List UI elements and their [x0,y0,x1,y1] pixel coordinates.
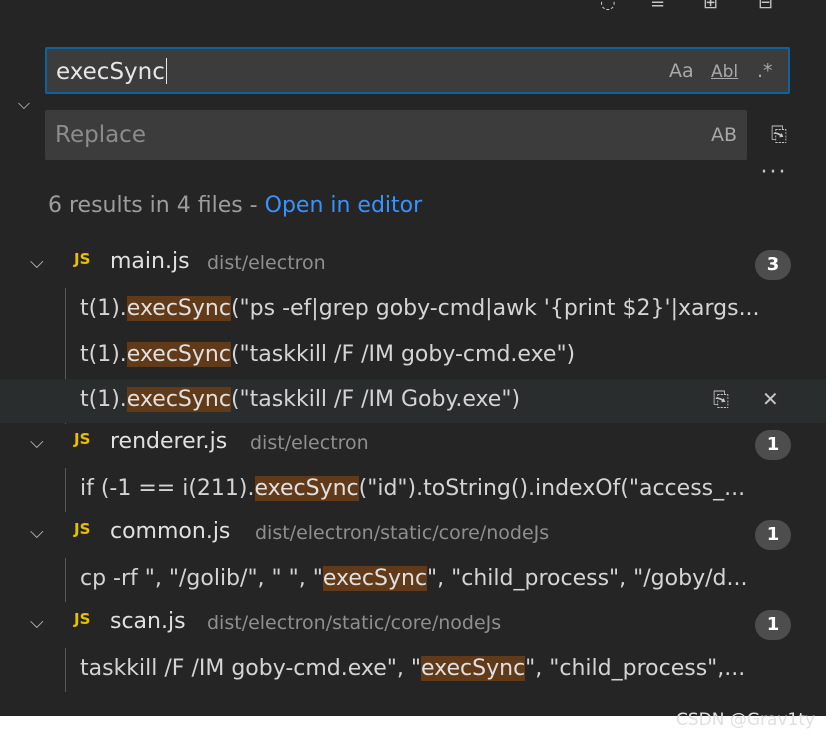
match-highlight: execSync [126,342,231,367]
match-result-row[interactable]: t(1).execSync("ps -ef|grep goby-cmd|awk … [0,288,826,332]
search-input[interactable]: execSync Aa Abl .* [45,47,790,94]
dismiss-match-icon[interactable]: ✕ [762,387,779,411]
js-file-icon: JS [74,250,91,268]
chevron-down-icon[interactable]: ⌵ [30,522,44,543]
file-path: dist/electron/static/core/nodeJs [207,612,502,634]
file-path: dist/electron [207,252,326,274]
file-name: renderer.js [110,429,228,454]
watermark: CSDN @Grav1ty [676,710,816,730]
match-result-row[interactable]: if (-1 == i(211).execSync("id").toString… [0,468,826,512]
replace-match-icon[interactable]: ⎘ [713,387,729,411]
match-text: cp -rf ", "/golib/", " ", "execSync", "c… [80,566,748,591]
replace-all-icon[interactable]: ⎘ [762,122,796,152]
match-text: taskkill /F /IM goby-cmd.exe", "execSync… [80,656,746,681]
match-text: t(1).execSync("taskkill /F /IM goby-cmd.… [80,342,576,367]
match-text: t(1).execSync("ps -ef|grep goby-cmd|awk … [80,296,760,321]
js-file-icon: JS [74,430,91,448]
file-name: common.js [110,519,231,544]
open-in-editor-link[interactable]: Open in editor [265,193,423,218]
chevron-down-icon[interactable]: ⌵ [30,252,44,273]
chevron-down-icon[interactable]: ⌵ [30,612,44,633]
results-count-text: 6 results in 4 files - [48,193,265,218]
file-result-scan-js[interactable]: ⌵ JS scan.js dist/electron/static/core/n… [0,604,826,648]
new-search-editor-icon[interactable]: ⊞ [703,0,718,13]
file-name: main.js [110,249,190,274]
match-case-icon[interactable]: Aa [669,60,694,82]
match-count-badge: 1 [755,430,791,460]
toggle-replace-chevron-icon[interactable]: ⌵ [12,92,36,116]
match-count-badge: 3 [755,250,791,280]
js-file-icon: JS [74,520,91,538]
match-highlight: execSync [126,387,231,412]
chevron-down-icon[interactable]: ⌵ [30,432,44,453]
search-panel: ◌ ≡ ⊞ ⊟ ⌵ execSync Aa Abl .* Replace AB … [0,0,826,716]
match-highlight: execSync [322,566,428,591]
file-path: dist/electron [250,432,369,454]
match-highlight: execSync [254,476,359,501]
replace-input[interactable]: Replace AB [45,110,747,160]
panel-header: ◌ ≡ ⊞ ⊟ [0,0,826,18]
replace-placeholder: Replace [55,122,146,148]
file-result-renderer-js[interactable]: ⌵ JS renderer.js dist/electron 1 [0,424,826,468]
file-name: scan.js [110,609,186,634]
results-summary: 6 results in 4 files - Open in editor [48,193,422,218]
match-text: t(1).execSync("taskkill /F /IM Goby.exe"… [80,387,521,412]
match-count-badge: 1 [755,610,791,640]
match-text: if (-1 == i(211).execSync("id").toString… [80,476,746,501]
preserve-case-icon[interactable]: AB [711,124,737,146]
match-highlight: execSync [421,656,526,681]
text-caret [165,58,167,84]
match-result-row[interactable]: cp -rf ", "/golib/", " ", "execSync", "c… [0,558,826,602]
js-file-icon: JS [74,610,91,628]
search-input-value[interactable]: execSync [56,58,167,85]
match-whole-word-icon[interactable]: Abl [711,62,738,82]
match-count-badge: 1 [755,520,791,550]
collapse-all-icon[interactable]: ⊟ [758,0,773,13]
file-path: dist/electron/static/core/nodeJs [255,522,550,544]
use-regex-icon[interactable]: .* [757,60,773,82]
match-result-row[interactable]: taskkill /F /IM goby-cmd.exe", "execSync… [0,648,826,692]
file-result-common-js[interactable]: ⌵ JS common.js dist/electron/static/core… [0,514,826,558]
file-result-main-js[interactable]: ⌵ JS main.js dist/electron 3 [0,244,826,288]
more-options-icon[interactable]: ··· [757,160,791,190]
clear-results-icon[interactable]: ≡ [650,0,665,13]
match-result-row-selected[interactable]: t(1).execSync("taskkill /F /IM Goby.exe"… [0,379,826,423]
match-result-row[interactable]: t(1).execSync("taskkill /F /IM goby-cmd.… [0,334,826,378]
refresh-icon[interactable]: ◌ [600,0,616,13]
match-highlight: execSync [126,296,231,321]
